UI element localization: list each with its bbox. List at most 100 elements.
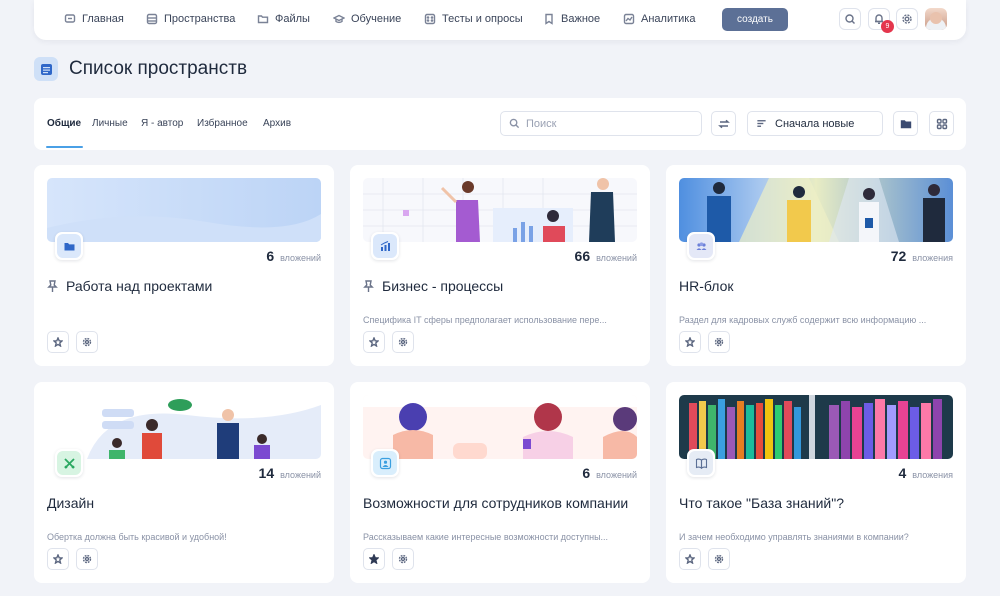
search-field[interactable]	[500, 111, 702, 136]
page-title: Список пространств	[69, 58, 248, 79]
folder-view-button[interactable]	[893, 111, 918, 136]
tab-general[interactable]: Общие	[47, 118, 81, 129]
card-space-icon	[371, 449, 399, 477]
favorite-button[interactable]	[679, 548, 701, 570]
card-banner-image	[679, 395, 953, 459]
card-title-text: Возможности для сотрудников компании	[363, 495, 629, 511]
swap-filter-button[interactable]	[711, 111, 736, 136]
card-banner-image	[363, 178, 637, 242]
nav-important[interactable]: Важное	[543, 13, 600, 25]
tab-archive[interactable]: Архив	[263, 118, 291, 129]
star-icon	[369, 337, 379, 347]
grid-icon	[936, 118, 947, 129]
card-actions	[679, 548, 730, 570]
grid-view-button[interactable]	[929, 111, 954, 136]
card-title-text: Дизайн	[47, 495, 95, 511]
analytics-icon	[623, 13, 635, 25]
space-card[interactable]: 14 вложений Дизайн Обертка должна быть кр…	[34, 382, 334, 583]
gear-icon	[902, 14, 912, 24]
bookmark-icon	[545, 13, 553, 25]
nav-files-label: Файлы	[275, 13, 310, 25]
attachments-count: 6 вложений	[266, 248, 321, 264]
card-title-text: Бизнес - процессы	[382, 278, 504, 294]
nav-learning[interactable]: Обучение	[333, 13, 401, 25]
nav-important-label: Важное	[561, 13, 601, 25]
card-settings-button[interactable]	[708, 548, 730, 570]
sort-select[interactable]: Сначала новые	[747, 111, 883, 136]
favorite-button[interactable]	[363, 331, 385, 353]
folder-icon	[900, 119, 911, 128]
favorite-button[interactable]	[363, 548, 385, 570]
card-title[interactable]: Что такое "База знаний"?	[679, 494, 949, 512]
card-title[interactable]: HR-блок	[679, 277, 949, 295]
favorite-button[interactable]	[679, 331, 701, 353]
graduation-icon	[333, 14, 345, 24]
nav-files[interactable]: Файлы	[257, 13, 310, 25]
card-banner-image	[679, 178, 953, 242]
card-actions	[363, 548, 414, 570]
tab-author[interactable]: Я - автор	[141, 118, 183, 129]
tab-favorites[interactable]: Избранное	[197, 118, 248, 129]
nav-home[interactable]: Главная	[64, 13, 124, 25]
top-navigation: Главная Пространства Файлы Обучение Тест…	[34, 0, 966, 40]
card-space-icon	[55, 449, 83, 477]
search-icon	[509, 118, 520, 129]
card-actions	[47, 548, 98, 570]
folder-icon	[64, 242, 74, 250]
search-icon	[845, 14, 855, 24]
notifications-button[interactable]: 9	[868, 8, 894, 33]
page-header: Список пространств	[34, 57, 247, 81]
card-title[interactable]: Бизнес - процессы	[363, 277, 633, 297]
space-card[interactable]: 66 вложений Бизнес - процессы Специфика I…	[350, 165, 650, 366]
pin-icon	[47, 277, 58, 297]
attachments-count: 14 вложений	[258, 465, 321, 481]
card-title[interactable]: Дизайн	[47, 494, 317, 512]
card-settings-button[interactable]	[76, 548, 98, 570]
card-title[interactable]: Возможности для сотрудников компании	[363, 494, 633, 512]
nav-tests[interactable]: Тесты и опросы	[424, 13, 523, 25]
spaces-icon	[146, 13, 158, 25]
favorite-button[interactable]	[47, 331, 69, 353]
gear-icon	[398, 337, 408, 347]
card-title[interactable]: Работа над проектами	[47, 277, 317, 297]
nav-spaces[interactable]: Пространства	[146, 13, 235, 25]
chart-icon	[380, 240, 390, 251]
active-tab-indicator	[46, 146, 83, 148]
attachments-count: 4 вложения	[898, 465, 953, 481]
gear-icon	[714, 554, 724, 564]
card-title-text: Что такое "База знаний"?	[679, 495, 844, 511]
people-icon	[696, 241, 706, 250]
settings-button[interactable]	[896, 8, 918, 30]
tab-personal[interactable]: Личные	[92, 118, 128, 129]
gear-icon	[714, 337, 724, 347]
space-card[interactable]: 6 вложений Работа над проектами	[34, 165, 334, 366]
space-card[interactable]: 6 вложений Возможности для сотрудников ко…	[350, 382, 650, 583]
card-banner-image	[47, 178, 321, 242]
card-settings-button[interactable]	[708, 331, 730, 353]
card-settings-button[interactable]	[392, 548, 414, 570]
space-card[interactable]: 72 вложения HR-блок Раздел для кадровых с…	[666, 165, 966, 366]
card-settings-button[interactable]	[76, 331, 98, 353]
filter-bar: Общие Личные Я - автор Избранное Архив С…	[34, 98, 966, 150]
gear-icon	[398, 554, 408, 564]
card-banner-image	[47, 395, 321, 459]
card-space-icon	[687, 449, 715, 477]
nav-analytics[interactable]: Аналитика	[623, 13, 695, 25]
gear-icon	[82, 554, 92, 564]
user-avatar[interactable]	[925, 8, 947, 30]
global-search-button[interactable]	[839, 8, 861, 30]
search-input[interactable]	[526, 117, 696, 130]
swap-icon	[717, 119, 730, 128]
nav-home-label: Главная	[82, 13, 124, 25]
star-filled-icon	[369, 554, 379, 564]
sort-icon	[757, 120, 766, 127]
star-icon	[53, 337, 63, 347]
card-banner-image	[363, 395, 637, 459]
create-button[interactable]: создать	[722, 8, 788, 31]
favorite-button[interactable]	[47, 548, 69, 570]
card-actions	[679, 331, 730, 353]
gear-icon	[82, 337, 92, 347]
space-card[interactable]: 4 вложения Что такое "База знаний"? И зач…	[666, 382, 966, 583]
card-settings-button[interactable]	[392, 331, 414, 353]
pin-icon	[363, 277, 374, 297]
